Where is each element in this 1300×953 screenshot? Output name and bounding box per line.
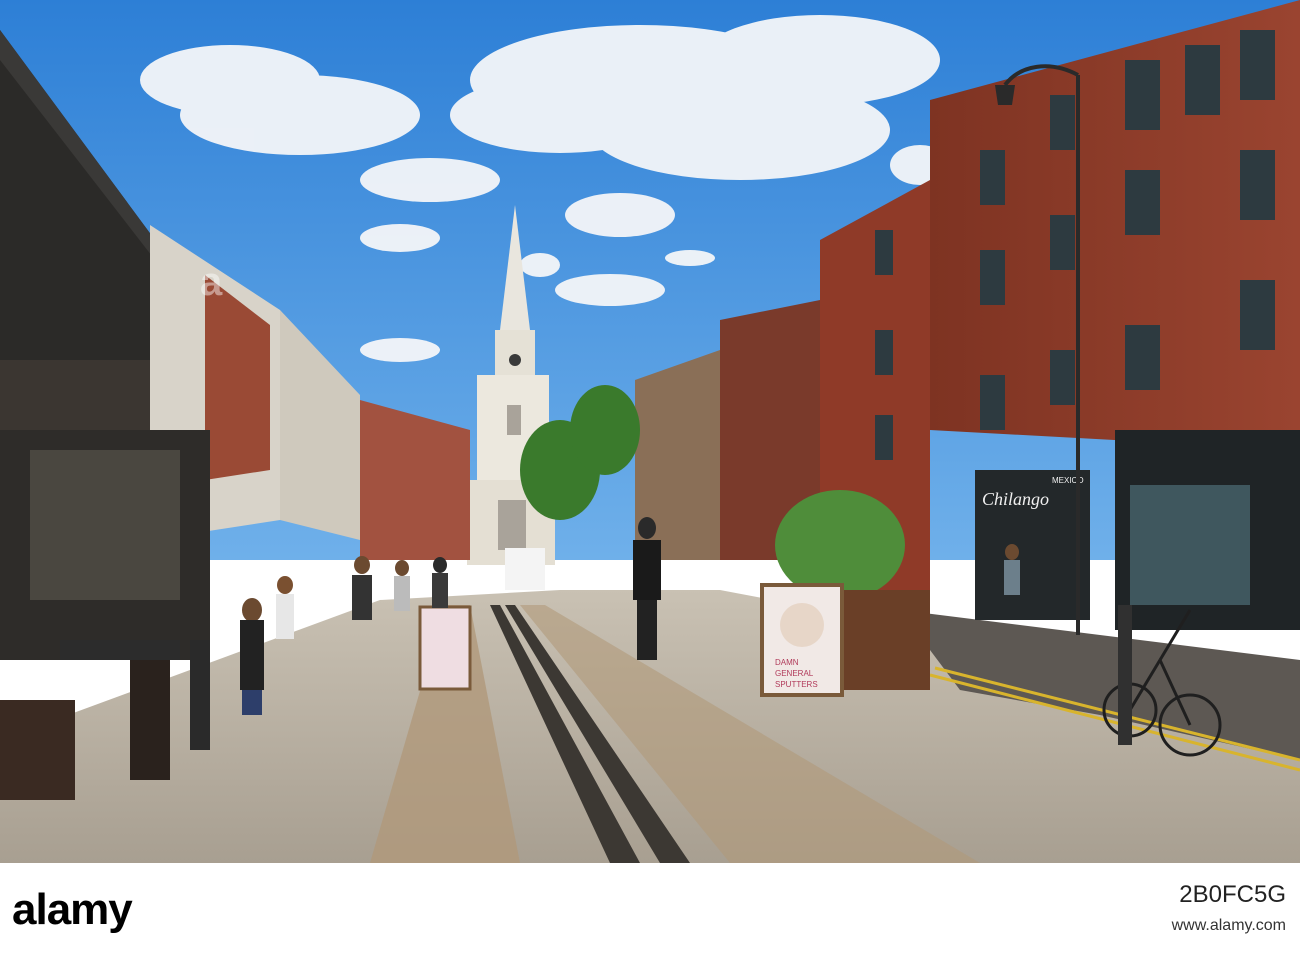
image-id-block: 2B0FC5G — [1179, 881, 1286, 909]
svg-text:DAMN: DAMN — [775, 658, 799, 667]
a-board-sign: DAMN GENERAL SPUTTERS — [760, 583, 844, 697]
footer-bar: alamy 2B0FC5G www.alamy.com — [0, 863, 1300, 953]
logo-text: alamy — [12, 885, 133, 934]
chilango-sign: Chilango — [982, 489, 1049, 509]
svg-text:GENERAL: GENERAL — [775, 669, 814, 678]
site-url[interactable]: www.alamy.com — [1172, 917, 1286, 935]
white-van — [505, 548, 545, 590]
image-id: 2B0FC5G — [1179, 881, 1286, 908]
bollard — [1118, 605, 1132, 745]
alamy-logo[interactable]: alamy — [12, 885, 133, 935]
watermark-text: a — [200, 260, 223, 304]
street-photo: Chilango MEXICO DAMN GENERAL SPUTTERS a — [0, 0, 1300, 863]
svg-text:SPUTTERS: SPUTTERS — [775, 680, 818, 689]
a-board-sign-left — [418, 605, 472, 691]
